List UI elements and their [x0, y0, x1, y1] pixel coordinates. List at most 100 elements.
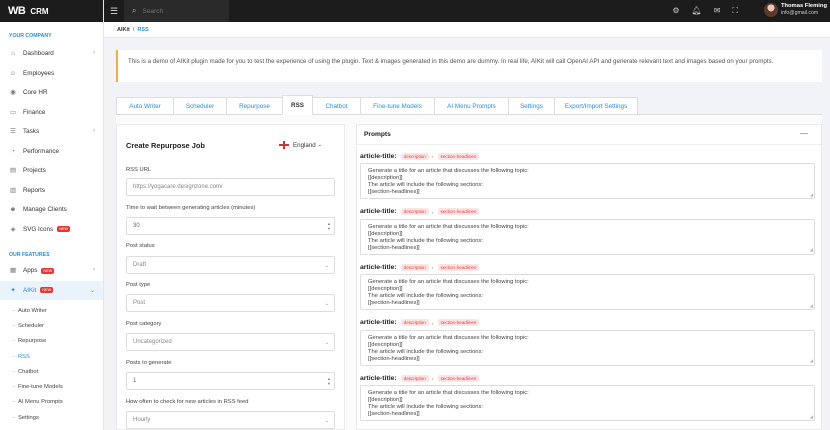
- prompt-textarea[interactable]: Generate a title for an article that dis…: [360, 329, 815, 366]
- tag-section-headlines[interactable]: section-headlines: [437, 263, 480, 271]
- tag-section-headlines[interactable]: section-headlines: [437, 208, 480, 215]
- rss-url-input[interactable]: https://yogacare.designzone.com/: [126, 178, 335, 196]
- number-spinner-icon[interactable]: ▲ ▼: [327, 221, 331, 231]
- prompt-label-row: article-title: description, section-headli…: [360, 207, 815, 217]
- chevron-right-icon: ›: [93, 267, 95, 273]
- wait-time-label: Time to wait between generating articles…: [126, 205, 256, 211]
- resize-handle-icon[interactable]: ◢: [810, 357, 813, 364]
- prompt-label-row: article-title: description, section-headli…: [360, 151, 815, 161]
- sidebar-subitem-rss[interactable]: RSS: [0, 349, 103, 364]
- sidebar-item-employees[interactable]: ☺ Employees: [0, 64, 103, 84]
- prompt-line: The article will include the following s…: [368, 348, 484, 355]
- search-input[interactable]: [142, 7, 223, 15]
- post-status-select[interactable]: Draft ⌄: [126, 256, 335, 274]
- tag-section-headlines[interactable]: section-headlines: [437, 152, 480, 160]
- tag-section-headlines[interactable]: section-headlines: [437, 374, 480, 382]
- minimize-icon[interactable]: —: [800, 129, 808, 138]
- sidebar-subitem-repurpose[interactable]: Repurpose: [0, 334, 103, 349]
- sidebar-subitem-fine-tune-models[interactable]: Fine-tune Models: [0, 379, 103, 394]
- tab-fine-tune-models[interactable]: Fine-tune Models: [360, 97, 435, 115]
- tag-section-headlines[interactable]: section-headlines: [437, 319, 480, 326]
- prompt-textarea[interactable]: Generate a title for an article that dis…: [360, 163, 815, 199]
- tab-chatbot[interactable]: Chatbot: [312, 97, 361, 115]
- prompt-textarea[interactable]: Generate a title for an article that dis…: [360, 385, 815, 421]
- tab-export-import-settings[interactable]: Export/Import Settings: [554, 97, 638, 115]
- tag-description[interactable]: description: [400, 152, 429, 160]
- prompt-label: article-title:: [360, 152, 397, 160]
- sidebar-item-projects[interactable]: ▤ Projects: [0, 161, 103, 181]
- prompt-line: [[description]]: [368, 286, 403, 293]
- breadcrumb-root[interactable]: AIKit: [117, 27, 130, 33]
- tag-separator: ,: [431, 208, 434, 215]
- sidebar-item-apps[interactable]: ▦ Apps NEW ›: [0, 261, 103, 281]
- logo-mark: WB: [8, 5, 26, 17]
- search-box[interactable]: ⌕: [124, 0, 229, 22]
- resize-handle-icon[interactable]: ◢: [810, 191, 813, 198]
- wait-time-input[interactable]: 30 ▲ ▼: [126, 217, 335, 235]
- logo[interactable]: WB CRM: [0, 0, 103, 22]
- tab-repurpose[interactable]: Repurpose: [226, 97, 283, 115]
- tab-auto-writer[interactable]: Auto Writer: [116, 97, 174, 115]
- sidebar-subitem-ai-menu-prompts[interactable]: AI Menu Prompts: [0, 395, 103, 410]
- tab-ai-menu-prompts[interactable]: AI Menu Prompts: [434, 97, 509, 115]
- tab-settings[interactable]: Settings: [508, 97, 555, 115]
- sidebar-item-label: Finance: [23, 108, 46, 116]
- tag-description[interactable]: description: [400, 374, 429, 382]
- post-category-value: Uncategorized: [133, 339, 172, 345]
- posts-to-generate-input[interactable]: 1 ▲ ▼: [126, 372, 335, 390]
- prompt-textarea[interactable]: Generate a title for an article that dis…: [360, 274, 815, 310]
- prompt-line: [[description]]: [368, 230, 403, 237]
- prompts-card: Prompts — article-title: description, sect…: [356, 124, 822, 430]
- chevron-down-icon: ⌄: [324, 301, 329, 307]
- performance-icon: ◔: [11, 147, 15, 155]
- sidebar-subitem-settings[interactable]: Settings: [0, 410, 103, 425]
- post-category-select[interactable]: Uncategorized ⌄: [126, 333, 335, 351]
- sidebar-item-label: Apps: [23, 267, 38, 275]
- sidebar-subitem-chatbot[interactable]: Chatbot: [0, 364, 103, 379]
- tag-description[interactable]: description: [400, 263, 429, 271]
- sidebar-item-finance[interactable]: ▭ Finance: [0, 103, 103, 123]
- sidebar-subitem-scheduler[interactable]: Scheduler: [0, 318, 103, 333]
- bell-icon[interactable]: 🔔︎: [692, 6, 702, 16]
- apps-icon: ▦: [10, 267, 16, 275]
- menu-icon[interactable]: ☰: [110, 6, 120, 17]
- prompt-textarea[interactable]: Generate a title for an article that dis…: [360, 218, 815, 255]
- check-frequency-select[interactable]: Hourly ⌄: [126, 411, 335, 429]
- sidebar-item-reports[interactable]: ▥ Reports: [0, 181, 103, 201]
- user-menu[interactable]: Thomas Fleming info@gmail.com: [763, 3, 827, 17]
- check-frequency-value: Hourly: [133, 417, 151, 423]
- sidebar-item-label: Core HR: [23, 89, 48, 97]
- sidebar-item-tasks[interactable]: ☰ Tasks ›: [0, 122, 103, 142]
- sidebar-item-core-hr[interactable]: ◉ Core HR: [0, 83, 103, 103]
- gear-icon[interactable]: ⚙: [672, 6, 679, 16]
- resize-handle-icon[interactable]: ◢: [810, 302, 813, 309]
- language-selector[interactable]: England ⌄: [279, 141, 322, 149]
- aikit-icon: ✦: [10, 286, 16, 294]
- number-spinner-icon[interactable]: ▲ ▼: [327, 376, 331, 386]
- sidebar-item-label: Tasks: [23, 128, 40, 136]
- mail-icon[interactable]: ✉: [714, 6, 721, 16]
- resize-handle-icon[interactable]: ◢: [810, 246, 813, 253]
- tab-rss[interactable]: RSS: [282, 95, 313, 115]
- tag-description[interactable]: description: [400, 208, 429, 215]
- sidebar-item-label: Performance: [23, 147, 60, 155]
- tag-description[interactable]: description: [400, 319, 429, 326]
- post-type-select[interactable]: Post ⌄: [126, 294, 335, 312]
- sidebar-item-dashboard[interactable]: ⌂ Dashboard ›: [0, 44, 103, 64]
- sidebar-subitem-auto-writer[interactable]: Auto Writer: [0, 303, 103, 318]
- logo-name: CRM: [30, 6, 49, 16]
- tag-separator: ,: [431, 375, 434, 381]
- reports-icon: ▥: [10, 186, 16, 194]
- resize-handle-icon[interactable]: ◢: [810, 413, 813, 420]
- post-status-value: Draft: [133, 262, 147, 268]
- breadcrumb-current: RSS: [137, 26, 149, 33]
- sidebar-item-aikit[interactable]: ✦ AIKit NEW ⌄: [0, 280, 103, 300]
- post-status-label: Post status: [126, 243, 155, 249]
- sidebar-item-label: AIKit: [23, 286, 37, 294]
- prompt-line: [[description]]: [368, 397, 403, 404]
- sidebar-item-performance[interactable]: ◔ Performance: [0, 142, 103, 162]
- sidebar-item-svg-icons[interactable]: ◈ SVG Icons NEW: [0, 220, 103, 240]
- tab-scheduler[interactable]: Scheduler: [173, 97, 227, 115]
- sidebar-item-manage-clients[interactable]: ☻ Manage Clients: [0, 200, 103, 220]
- fullscreen-icon[interactable]: ⛶: [732, 6, 738, 16]
